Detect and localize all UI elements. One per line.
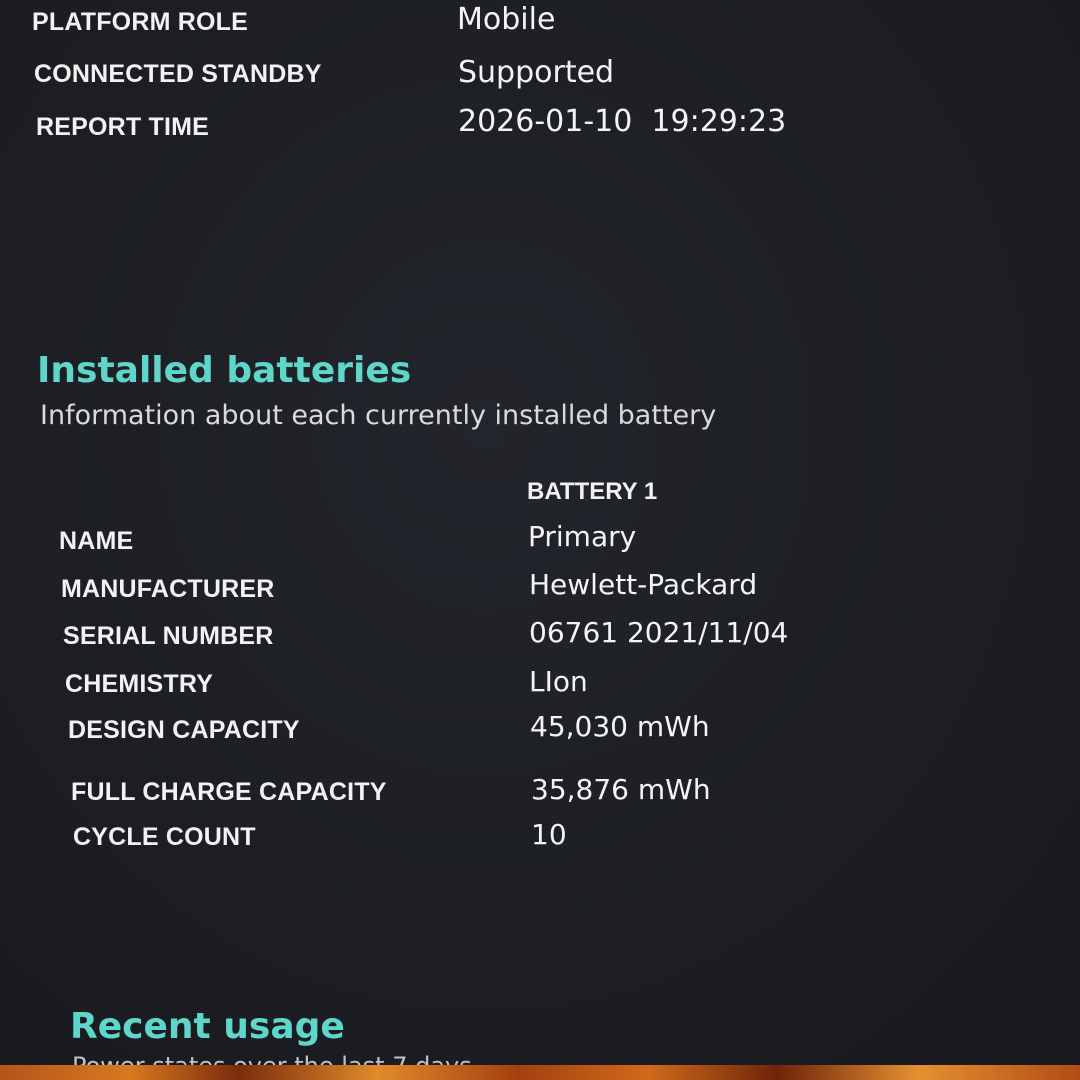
battery-name-value: Primary	[528, 520, 637, 553]
connected-standby-label: CONNECTED STANDBY	[34, 60, 322, 88]
chemistry-value: LIon	[529, 665, 588, 698]
serial-number-label: SERIAL NUMBER	[63, 622, 274, 650]
cycle-count-label: CYCLE COUNT	[73, 823, 256, 851]
installed-batteries-subtitle: Information about each currently install…	[40, 400, 717, 431]
connected-standby-value: Supported	[458, 55, 615, 90]
chemistry-label: CHEMISTRY	[65, 670, 214, 698]
design-capacity-value: 45,030 mWh	[530, 710, 710, 743]
platform-role-label: PLATFORM ROLE	[32, 8, 249, 36]
battery-name-label: NAME	[59, 527, 134, 555]
platform-role-value: Mobile	[457, 2, 556, 37]
recent-usage-heading: Recent usage	[70, 1006, 345, 1047]
manufacturer-label: MANUFACTURER	[61, 575, 275, 603]
full-charge-capacity-value: 35,876 mWh	[531, 773, 711, 806]
full-charge-capacity-label: FULL CHARGE CAPACITY	[71, 778, 387, 806]
serial-number-value: 06761 2021/11/04	[529, 616, 789, 649]
report-time-value: 2026-01-10 19:29:23	[458, 104, 787, 139]
desk-surface-strip	[0, 1065, 1080, 1080]
manufacturer-value: Hewlett-Packard	[529, 568, 758, 601]
report-time-label: REPORT TIME	[36, 113, 210, 141]
battery-report-screen: PLATFORM ROLE Mobile CONNECTED STANDBY S…	[0, 0, 1080, 1065]
installed-batteries-heading: Installed batteries	[37, 350, 412, 391]
battery-1-column-header: BATTERY 1	[527, 478, 658, 505]
design-capacity-label: DESIGN CAPACITY	[68, 716, 300, 744]
cycle-count-value: 10	[531, 818, 567, 851]
recent-usage-subtitle: Power states over the last 7 days	[72, 1052, 472, 1065]
